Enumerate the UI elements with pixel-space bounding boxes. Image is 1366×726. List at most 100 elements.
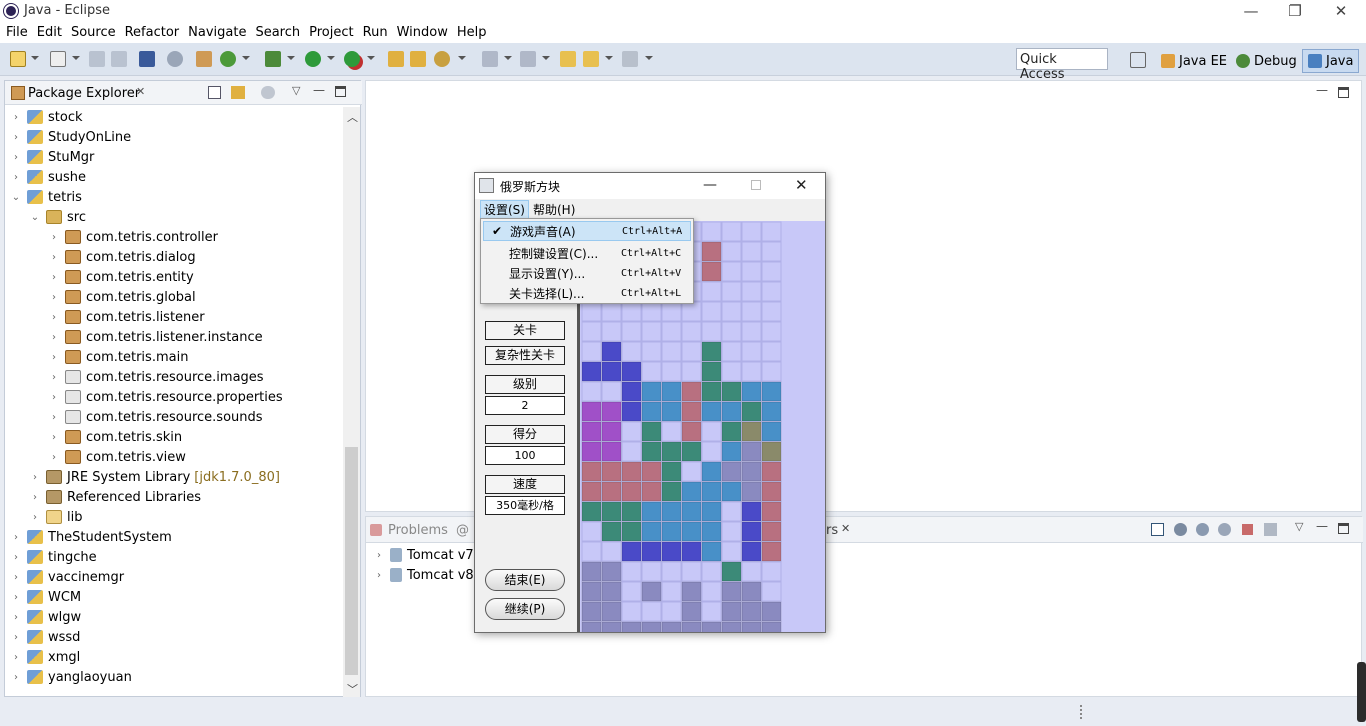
bottom-view-menu-icon[interactable]: ▽ [1295,520,1303,533]
resize-grip-icon[interactable] [1357,662,1366,722]
tree-item[interactable]: › wssd [5,627,341,647]
profile-server-icon[interactable] [1218,523,1231,536]
menu-source[interactable]: Source [67,25,121,40]
tab-javadoc[interactable]: @ [456,523,469,538]
refresh-dropdown-icon[interactable] [242,56,250,60]
server-row[interactable]: › Tomcat v8. [374,565,478,585]
new-server-icon[interactable] [1151,523,1164,536]
minimize-button[interactable]: — [1228,0,1274,22]
tree-item[interactable]: › sushe [5,167,341,187]
menu-search[interactable]: Search [251,25,305,40]
tree-item[interactable]: › com.tetris.resource.images [5,367,341,387]
run-external-icon[interactable] [344,51,360,67]
menu-navigate[interactable]: Navigate [184,25,251,40]
menu-project[interactable]: Project [305,25,358,40]
collapse-all-icon[interactable] [208,86,221,99]
tree-item[interactable]: › StudyOnLine [5,127,341,147]
expand-arrow-icon[interactable]: › [49,312,59,323]
open-perspective-icon[interactable] [1130,52,1146,68]
close-window-button[interactable]: ✕ [1318,0,1364,22]
expand-arrow-icon[interactable]: › [11,652,21,663]
start-server-icon[interactable] [1196,523,1209,536]
debug-dropdown-icon[interactable] [287,56,295,60]
save-icon[interactable] [89,51,105,67]
run-dropdown-icon[interactable] [327,56,335,60]
view-menu-icon[interactable]: ▽ [292,84,300,97]
save-all-icon[interactable] [111,51,127,67]
expand-arrow-icon[interactable]: › [11,552,21,563]
tab-servers[interactable]: rs [826,523,838,538]
tree-item[interactable]: › com.tetris.listener [5,307,341,327]
expand-arrow-icon[interactable]: › [11,532,21,543]
tab-problems[interactable]: Problems [388,523,448,538]
server-row[interactable]: › Tomcat v7. [374,545,478,565]
tree-item[interactable]: › lib [5,507,341,527]
tree-item[interactable]: ⌄ src [5,207,341,227]
collapse-arrow-icon[interactable]: ⌄ [11,192,21,203]
package-explorer-tab[interactable]: Package Explorer ✕ ▽ — [5,81,362,105]
refresh-icon[interactable] [220,51,236,67]
menu-help[interactable]: Help [453,25,492,40]
editor-minimize-icon[interactable]: — [1316,83,1328,97]
tree-item[interactable]: › com.tetris.main [5,347,341,367]
forward-dropdown-icon[interactable] [645,56,653,60]
forward-arrow-icon[interactable] [622,51,638,67]
expand-arrow-icon[interactable]: › [49,352,59,363]
menu-file[interactable]: File [2,25,33,40]
debug-icon[interactable] [265,51,281,67]
tree-item[interactable]: › stock [5,107,341,127]
perspective-javaee[interactable]: Java EE [1156,50,1232,72]
expand-arrow-icon[interactable]: › [11,672,21,683]
perspective-java[interactable]: Java [1302,49,1360,73]
complex-level-button[interactable]: 复杂性关卡 [485,346,565,365]
collapse-arrow-icon[interactable]: ⌄ [30,212,40,223]
close-servers-tab-icon[interactable]: ✕ [841,522,850,535]
expand-arrow-icon[interactable]: › [49,252,59,263]
tree-item[interactable]: › com.tetris.dialog [5,247,341,267]
expand-arrow-icon[interactable]: › [11,132,21,143]
expand-arrow-icon[interactable]: › [11,172,21,183]
new-java-dropdown-icon[interactable] [72,56,80,60]
tree-item[interactable]: › com.tetris.listener.instance [5,327,341,347]
menu-item-control-keys[interactable]: 控制键设置(C)... Ctrl+Alt+C [483,243,691,263]
scroll-up-icon[interactable]: ︿ [347,109,358,125]
expand-arrow-icon[interactable]: › [374,550,384,561]
tetris-close-button[interactable]: ✕ [795,176,808,194]
expand-arrow-icon[interactable]: › [49,272,59,283]
expand-arrow-icon[interactable]: › [49,432,59,443]
expand-arrow-icon[interactable]: › [30,512,40,523]
expand-arrow-icon[interactable]: › [49,292,59,303]
skip-breakpoints-icon[interactable] [167,51,183,67]
expand-arrow-icon[interactable]: › [11,632,21,643]
tetris-maximize-button[interactable] [751,180,761,190]
search-dropdown-icon[interactable] [458,56,466,60]
menu-help-cn[interactable]: 帮助(H) [529,201,579,218]
publish-icon[interactable] [1264,523,1277,536]
close-tab-icon[interactable]: ✕ [136,85,145,98]
open-task-icon[interactable] [410,51,426,67]
menu-window[interactable]: Window [393,25,453,40]
expand-arrow-icon[interactable]: › [49,412,59,423]
search-tool-icon[interactable] [434,51,450,67]
tree-item[interactable]: › com.tetris.skin [5,427,341,447]
tree-item[interactable]: › TheStudentSystem [5,527,341,547]
tree-item[interactable]: › tingche [5,547,341,567]
new-icon[interactable] [10,51,26,67]
level-button[interactable]: 关卡 [485,321,565,340]
tree-item[interactable]: › Referenced Libraries [5,487,341,507]
tree-item[interactable]: › com.tetris.view [5,447,341,467]
expand-arrow-icon[interactable]: › [49,452,59,463]
tree-scrollbar[interactable]: ︿ ﹀ [343,107,360,697]
expand-arrow-icon[interactable]: › [30,492,40,503]
bottom-maximize-icon[interactable] [1338,523,1349,534]
debug-server-icon[interactable] [1174,523,1187,536]
expand-arrow-icon[interactable]: › [11,612,21,623]
run-icon[interactable] [305,51,321,67]
annotation-dropdown-icon[interactable] [504,56,512,60]
tree-item[interactable]: › yanglaoyuan [5,667,341,687]
expand-arrow-icon[interactable]: › [49,372,59,383]
link-editor-icon[interactable] [231,86,245,99]
filter-icon[interactable] [261,86,275,99]
menu-run[interactable]: Run [359,25,393,40]
next-annotation-icon[interactable] [520,51,536,67]
